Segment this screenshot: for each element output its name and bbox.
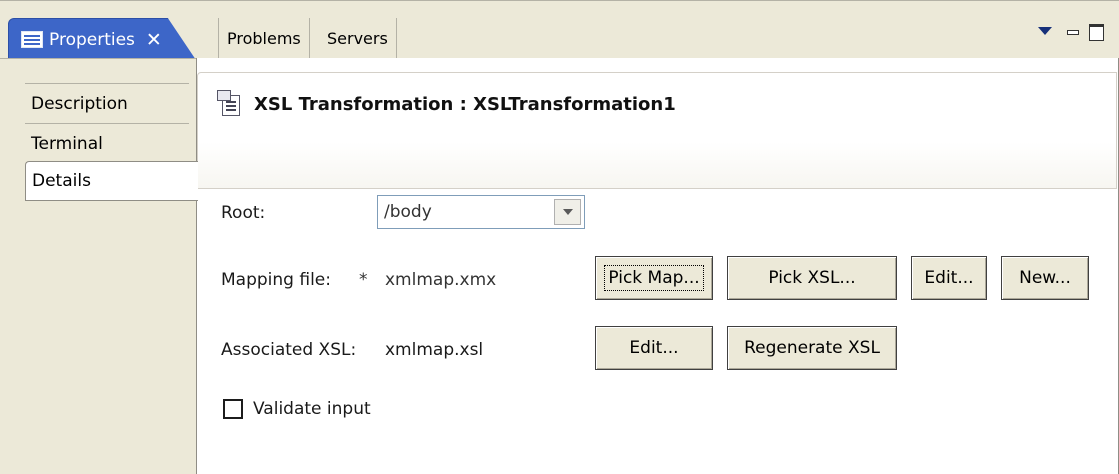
root-combo[interactable]: /body — [377, 195, 585, 229]
pick-xsl-button[interactable]: Pick XSL... — [727, 256, 897, 300]
regenerate-xsl-button-label: Regenerate XSL — [744, 338, 880, 358]
tab-problems-label: Problems — [227, 28, 301, 48]
edit-xsl-button[interactable]: Edit... — [595, 326, 713, 370]
side-tab-terminal[interactable]: Terminal — [25, 123, 189, 163]
tab-servers[interactable]: Servers — [319, 18, 397, 58]
mapping-modified-marker: * — [359, 270, 368, 290]
side-tab-description[interactable]: Description — [25, 83, 189, 123]
validate-input-label: Validate input — [253, 399, 371, 419]
pick-xsl-button-label: Pick XSL... — [768, 268, 856, 288]
side-tab-label: Terminal — [31, 133, 103, 154]
mapping-file-label: Mapping file: — [221, 270, 331, 290]
new-map-button-label: New... — [1019, 268, 1071, 288]
pick-map-button[interactable]: Pick Map... — [595, 256, 713, 300]
pick-map-button-label: Pick Map... — [604, 265, 704, 291]
close-icon[interactable]: ✕ — [146, 29, 162, 51]
edit-xsl-button-label: Edit... — [629, 338, 679, 358]
tab-properties-label: Properties — [49, 29, 135, 50]
edit-map-button-label: Edit... — [924, 268, 974, 288]
associated-xsl-label: Associated XSL: — [221, 340, 357, 360]
page-title: XSL Transformation : XSLTransformation1 — [254, 94, 676, 115]
root-label: Root: — [221, 203, 266, 223]
page-header: XSL Transformation : XSLTransformation1 — [197, 72, 1117, 189]
edit-map-button[interactable]: Edit... — [911, 256, 987, 300]
tab-servers-label: Servers — [327, 28, 388, 48]
chevron-down-icon — [562, 209, 573, 215]
new-map-button[interactable]: New... — [1001, 256, 1089, 300]
regenerate-xsl-button[interactable]: Regenerate XSL — [727, 326, 897, 370]
side-tab-details[interactable]: Details — [25, 161, 198, 201]
validate-input-checkbox[interactable] — [223, 399, 243, 419]
minimize-icon[interactable] — [1067, 30, 1079, 35]
mapping-file-value: xmlmap.xmx — [385, 270, 497, 290]
maximize-icon[interactable] — [1089, 24, 1104, 41]
root-combo-dropdown-button[interactable] — [554, 199, 581, 225]
root-combo-value: /body — [384, 202, 432, 222]
chevron-down-icon[interactable] — [1038, 27, 1052, 35]
tab-properties[interactable]: Properties ✕ — [8, 18, 196, 60]
tab-problems[interactable]: Problems — [218, 18, 310, 58]
side-tab-label: Description — [31, 93, 128, 114]
properties-side-tabs: Description Terminal Details — [0, 58, 198, 474]
view-tab-bar: Properties ✕ Problems Servers — [0, 0, 1119, 60]
side-tab-label: Details — [32, 171, 91, 191]
properties-icon — [21, 31, 43, 48]
xsl-transformation-icon — [217, 90, 240, 116]
associated-xsl-value: xmlmap.xsl — [385, 340, 484, 360]
details-page: XSL Transformation : XSLTransformation1 … — [196, 58, 1119, 474]
